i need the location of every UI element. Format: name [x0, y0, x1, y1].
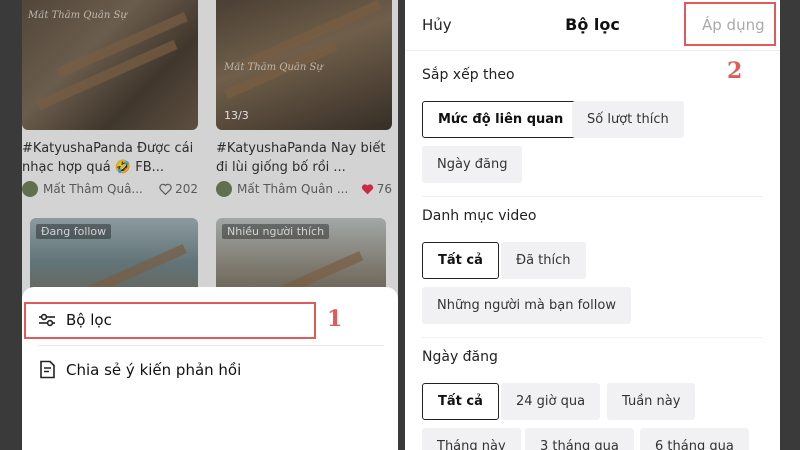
divider	[38, 345, 384, 346]
category-heading: Danh mục video	[422, 208, 537, 224]
date-option-24h[interactable]: 24 giờ qua	[501, 383, 601, 420]
sort-option-date[interactable]: Ngày đăng	[422, 146, 523, 183]
feedback-menu-item[interactable]: Chia sẻ ý kiến phản hồi	[38, 360, 241, 379]
step-number-1: 1	[327, 306, 343, 332]
highlight-box-filter	[24, 302, 316, 339]
video-search-results: Mất Thâm Quân Sự #KatyushaPanda Được cái…	[22, 0, 398, 450]
section-divider	[422, 337, 763, 338]
category-option-all[interactable]: Tất cả	[422, 242, 499, 279]
date-option-all[interactable]: Tất cả	[422, 383, 499, 420]
header-divider	[405, 50, 780, 51]
category-option-following[interactable]: Những người mà bạn follow	[422, 287, 631, 324]
feedback-menu-label: Chia sẻ ý kiến phản hồi	[66, 360, 242, 379]
highlight-box-apply	[684, 2, 776, 46]
date-option-this-month[interactable]: Tháng này	[422, 428, 521, 450]
category-option-liked[interactable]: Đã thích	[501, 242, 586, 279]
feedback-note-icon	[40, 360, 55, 379]
sort-option-relevance[interactable]: Mức độ liên quan	[422, 101, 580, 138]
date-heading: Ngày đăng	[422, 349, 498, 365]
sort-heading: Sắp xếp theo	[422, 67, 515, 83]
date-option-3-months[interactable]: 3 tháng qua	[525, 428, 634, 450]
filter-panel: Hủy Bộ lọc Áp dụng Sắp xếp theo Mức độ l…	[405, 0, 780, 450]
step-number-2: 2	[727, 58, 743, 84]
date-option-6-months[interactable]: 6 tháng qua	[640, 428, 749, 450]
section-divider	[422, 196, 763, 197]
sort-option-likes[interactable]: Số lượt thích	[572, 101, 684, 138]
date-option-this-week[interactable]: Tuần này	[607, 383, 696, 420]
